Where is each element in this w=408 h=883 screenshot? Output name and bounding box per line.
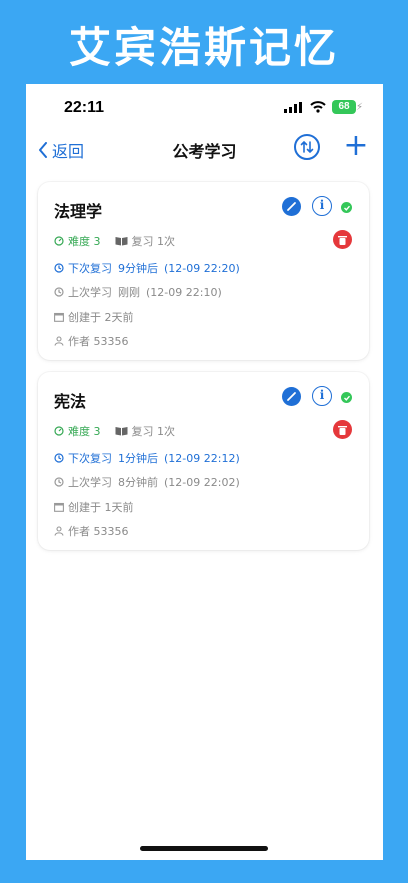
clock-icon <box>54 453 64 463</box>
complete-button[interactable] <box>341 392 352 403</box>
next-review-row: 下次复习 1分钟后 (12-09 22:12) <box>54 450 240 466</box>
trash-icon <box>338 425 347 435</box>
review-count: 复习 1次 <box>131 235 176 248</box>
next-review-relative: 1分钟后 <box>118 452 158 465</box>
history-icon <box>54 477 64 487</box>
next-review-time: (12-09 22:12) <box>164 451 240 465</box>
app-banner-title: 艾宾浩斯记忆 <box>68 23 339 72</box>
status-bar: 22:11 68 ⚡ <box>26 84 383 132</box>
delete-button[interactable] <box>333 420 352 439</box>
last-study-time: (12-09 22:10) <box>146 285 222 299</box>
card-meta-row: 难度 3 复习 1次 <box>54 423 175 439</box>
next-review-label: 下次复习 <box>68 452 112 465</box>
book-icon <box>115 426 128 436</box>
pencil-icon <box>287 392 296 401</box>
last-study-relative: 刚刚 <box>118 286 140 299</box>
created-row: 创建于 2天前 <box>54 309 134 325</box>
author-text: 作者 53356 <box>68 335 129 348</box>
last-study-time: (12-09 22:02) <box>164 475 240 489</box>
sort-button[interactable] <box>294 134 320 160</box>
last-study-row: 上次学习 刚刚 (12-09 22:10) <box>54 284 222 300</box>
delete-button[interactable] <box>333 230 352 249</box>
page-title: 公考学习 <box>172 142 237 161</box>
study-card[interactable]: 宪法 i 难度 3 复习 1次 下次复习 1分钟后 (12-09 22:12) … <box>38 372 369 550</box>
battery-icon: 68 <box>332 100 356 114</box>
info-button[interactable]: i <box>312 386 332 406</box>
review-count: 复习 1次 <box>131 425 176 438</box>
phone-screen: 22:11 68 ⚡ 返回 公考学习 + 法理学 i 难度 3 复习 1次 下次… <box>26 84 383 860</box>
trash-icon <box>338 235 347 245</box>
next-review-time: (12-09 22:20) <box>164 261 240 275</box>
author-row: 作者 53356 <box>54 523 129 539</box>
history-icon <box>54 287 64 297</box>
author-text: 作者 53356 <box>68 525 129 538</box>
info-button[interactable]: i <box>312 196 332 216</box>
next-review-row: 下次复习 9分钟后 (12-09 22:20) <box>54 260 240 276</box>
status-time: 22:11 <box>64 99 105 116</box>
last-study-label: 上次学习 <box>68 476 112 489</box>
card-meta-row: 难度 3 复习 1次 <box>54 233 175 249</box>
study-card[interactable]: 法理学 i 难度 3 复习 1次 下次复习 9分钟后 (12-09 22:20)… <box>38 182 369 360</box>
last-study-label: 上次学习 <box>68 286 112 299</box>
difficulty-label: 难度 3 <box>68 425 101 438</box>
author-row: 作者 53356 <box>54 333 129 349</box>
card-title: 法理学 <box>54 202 103 221</box>
signal-icon <box>284 102 302 113</box>
edit-button[interactable] <box>282 387 301 406</box>
difficulty-label: 难度 3 <box>68 235 101 248</box>
created-text: 创建于 2天前 <box>68 311 134 324</box>
wifi-icon <box>310 101 326 113</box>
created-row: 创建于 1天前 <box>54 499 134 515</box>
gauge-icon <box>54 236 64 246</box>
checkmark-icon <box>343 205 350 211</box>
book-icon <box>115 236 128 246</box>
card-title: 宪法 <box>54 392 87 411</box>
last-study-row: 上次学习 8分钟前 (12-09 22:02) <box>54 474 240 490</box>
created-text: 创建于 1天前 <box>68 501 134 514</box>
person-icon <box>54 336 64 346</box>
complete-button[interactable] <box>341 202 352 213</box>
next-review-label: 下次复习 <box>68 262 112 275</box>
last-study-relative: 8分钟前 <box>118 476 158 489</box>
checkmark-icon <box>343 395 350 401</box>
charging-icon: ⚡ <box>356 102 364 113</box>
calendar-icon <box>54 502 64 512</box>
navigation-bar: 返回 公考学习 + <box>26 131 383 168</box>
home-indicator[interactable] <box>140 846 268 851</box>
clock-icon <box>54 263 64 273</box>
add-button[interactable]: + <box>342 131 370 162</box>
sort-arrows-icon <box>300 140 314 154</box>
person-icon <box>54 526 64 536</box>
calendar-icon <box>54 312 64 322</box>
next-review-relative: 9分钟后 <box>118 262 158 275</box>
edit-button[interactable] <box>282 197 301 216</box>
gauge-icon <box>54 426 64 436</box>
pencil-icon <box>287 202 296 211</box>
